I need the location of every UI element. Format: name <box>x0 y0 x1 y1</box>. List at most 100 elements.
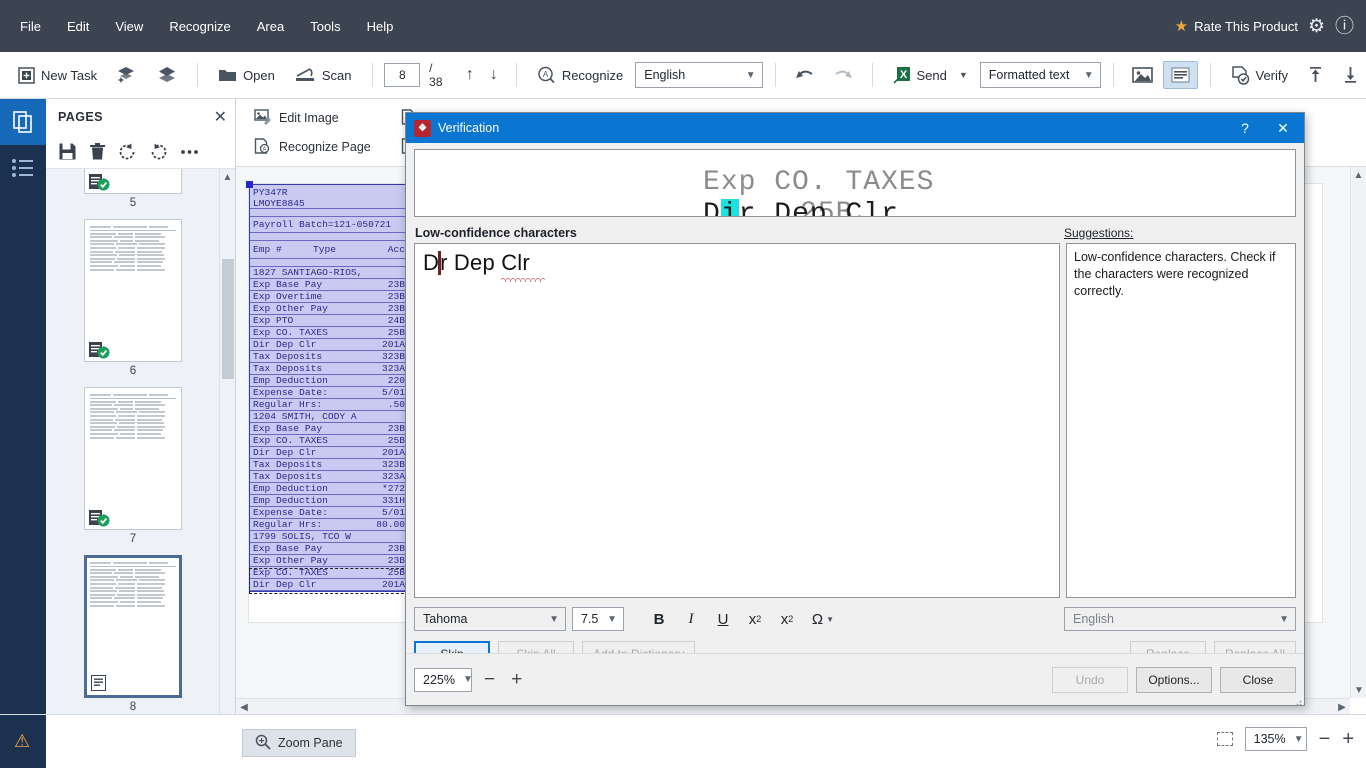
menu-help[interactable]: Help <box>355 13 406 40</box>
image-view-button[interactable] <box>1126 62 1159 88</box>
scanned-image-preview[interactable]: Exp CO. TAXES 25B -36.01 Dir Dep Clr 201… <box>414 149 1296 217</box>
font-size-select[interactable]: 7.5 ▼ <box>572 607 624 631</box>
page-thumbnail[interactable] <box>84 555 182 698</box>
doc-row[interactable]: Exp PTO 24B <box>250 315 408 327</box>
next-error-button[interactable] <box>1335 62 1366 88</box>
rate-this-product-button[interactable]: ★ Rate This Product <box>1175 19 1298 34</box>
rotate-left-button[interactable] <box>118 142 137 161</box>
thumbnail-item-selected[interactable]: 8 <box>46 555 220 713</box>
warning-icon[interactable]: ⚠ <box>14 731 30 752</box>
low-confidence-editor[interactable]: Dr Dep Clr <box>414 243 1061 598</box>
document-vertical-scrollbar[interactable]: ▲ ▼ <box>1350 167 1366 698</box>
dialog-zoom-out-button[interactable]: − <box>480 670 499 689</box>
add-layer-button[interactable] <box>109 61 145 89</box>
doc-row[interactable]: Exp Base Pay 23B <box>250 543 408 555</box>
more-options-button[interactable] <box>180 148 199 156</box>
doc-row[interactable]: Tax Deposits 323B <box>250 459 408 471</box>
rail-pages-button[interactable] <box>0 99 46 145</box>
recognized-text-block[interactable]: PY347R LMOYE8845 Payroll Batch=121-05072… <box>246 181 409 592</box>
italic-button[interactable]: I <box>678 606 704 632</box>
previous-page-button[interactable]: ↑ <box>460 64 480 86</box>
selection-handle[interactable] <box>246 181 253 188</box>
doc-row[interactable]: Dir Dep Clr 201A <box>250 447 408 459</box>
resize-grip[interactable] <box>1292 693 1302 706</box>
bold-button[interactable]: B <box>646 606 672 632</box>
verify-button[interactable]: Verify <box>1223 61 1297 90</box>
doc-row[interactable]: Exp Base Pay 23B <box>250 279 408 291</box>
thumbnail-item[interactable]: 7 <box>46 387 220 545</box>
menu-edit[interactable]: Edit <box>55 13 101 40</box>
menu-tools[interactable]: Tools <box>298 13 352 40</box>
doc-row[interactable]: Tax Deposits 323A <box>250 363 408 375</box>
close-button[interactable]: Close <box>1220 666 1296 693</box>
menu-view[interactable]: View <box>103 13 155 40</box>
zoom-select[interactable]: 135% ▼ <box>1244 727 1307 751</box>
close-icon[interactable]: ✕ <box>214 107 227 127</box>
doc-row[interactable]: Exp Other Pay 23B <box>250 303 408 315</box>
doc-row[interactable]: Tax Deposits 323B <box>250 351 408 363</box>
doc-row[interactable]: Expense Date: 5/01 <box>250 507 408 519</box>
edit-image-button[interactable]: Edit Image <box>248 105 377 132</box>
scrollbar-thumb[interactable] <box>222 259 234 379</box>
doc-row[interactable]: Exp Overtime 23B <box>250 291 408 303</box>
send-button[interactable]: X Send ▼ <box>885 61 976 89</box>
menu-area[interactable]: Area <box>245 13 296 40</box>
recognize-button[interactable]: A Recognize <box>529 61 631 90</box>
next-page-button[interactable]: ↓ <box>484 64 504 86</box>
doc-row[interactable]: Exp Base Pay 23B <box>250 423 408 435</box>
dialog-zoom-select[interactable]: 225% ▼ <box>414 667 473 692</box>
dialog-zoom-in-button[interactable]: + <box>507 670 526 689</box>
doc-row[interactable]: Expense Date: 5/01 <box>250 387 408 399</box>
doc-row[interactable]: Emp Deduction *272 <box>250 483 408 495</box>
active-line-selection[interactable] <box>249 568 409 594</box>
page-thumbnail[interactable] <box>84 169 182 194</box>
dialog-language-select[interactable]: English ▼ <box>1064 607 1296 631</box>
scan-button[interactable]: Scan <box>287 62 360 88</box>
doc-row[interactable]: Exp CO. TAXES 25B <box>250 435 408 447</box>
page-thumbnail[interactable] <box>84 387 182 530</box>
delete-button[interactable] <box>89 142 106 161</box>
scroll-up-icon[interactable]: ▲ <box>1351 167 1366 183</box>
scroll-left-icon[interactable]: ◀ <box>236 699 252 715</box>
send-chevron-down-icon[interactable]: ▼ <box>959 70 968 80</box>
zoom-in-button[interactable]: + <box>1342 729 1354 749</box>
zoom-pane-button[interactable]: Zoom Pane <box>242 729 356 757</box>
menu-recognize[interactable]: Recognize <box>157 13 242 40</box>
doc-row[interactable]: 1204 SMITH, CODY A <box>250 411 408 423</box>
doc-row[interactable]: 1799 SOLIS, TCO W <box>250 531 408 543</box>
doc-row[interactable]: Tax Deposits 323A <box>250 471 408 483</box>
undo-button[interactable]: Undo <box>1052 666 1128 693</box>
pages-scrollbar[interactable]: ▲ ▼ <box>219 169 235 768</box>
output-format-select[interactable]: Formatted text ▼ <box>979 62 1101 88</box>
scroll-up-icon[interactable]: ▲ <box>220 169 235 185</box>
underline-button[interactable]: U <box>710 606 736 632</box>
superscript-button[interactable]: x2 <box>742 606 768 632</box>
recognize-page-button[interactable]: A Recognize Page <box>248 134 377 161</box>
doc-row[interactable]: Exp CO. TAXES 25B <box>250 327 408 339</box>
doc-row[interactable]: Exp Other Pay 23B <box>250 555 408 567</box>
page-thumbnails[interactable]: 5 6 7 8 <box>46 169 220 768</box>
low-confidence-text[interactable]: Dr Dep Clr <box>423 250 545 282</box>
new-task-button[interactable]: New Task <box>10 62 105 89</box>
help-circle-icon[interactable]: ⓘ <box>1335 17 1354 36</box>
scroll-right-icon[interactable]: ▶ <box>1334 699 1350 715</box>
dialog-help-button[interactable]: ? <box>1228 115 1262 141</box>
doc-row[interactable]: 1827 SANTIAGO-RIOS, <box>250 267 408 279</box>
options-button[interactable]: Options... <box>1136 666 1212 693</box>
rail-list-button[interactable] <box>0 145 46 191</box>
redo-button[interactable] <box>826 62 860 88</box>
dialog-title-bar[interactable]: ❖ Verification ? ✕ <box>406 113 1304 143</box>
special-character-button[interactable]: Ω ▼ <box>806 606 840 632</box>
scroll-down-icon[interactable]: ▼ <box>1351 682 1366 698</box>
undo-button[interactable] <box>788 62 822 88</box>
doc-row[interactable]: Dir Dep Clr 201A <box>250 339 408 351</box>
font-family-select[interactable]: Tahoma ▼ <box>414 607 566 631</box>
open-button[interactable]: Open <box>210 62 283 88</box>
text-view-button[interactable] <box>1162 61 1198 89</box>
verification-dialog[interactable]: ❖ Verification ? ✕ Exp CO. TAXES 25B -36… <box>405 112 1305 706</box>
suggestions-box[interactable]: Low-confidence characters. Check if the … <box>1066 243 1296 598</box>
layers-button[interactable] <box>149 61 185 89</box>
thumbnail-item[interactable]: 6 <box>46 219 220 377</box>
zoom-out-button[interactable]: − <box>1319 729 1331 749</box>
dialog-close-button[interactable]: ✕ <box>1266 115 1300 141</box>
